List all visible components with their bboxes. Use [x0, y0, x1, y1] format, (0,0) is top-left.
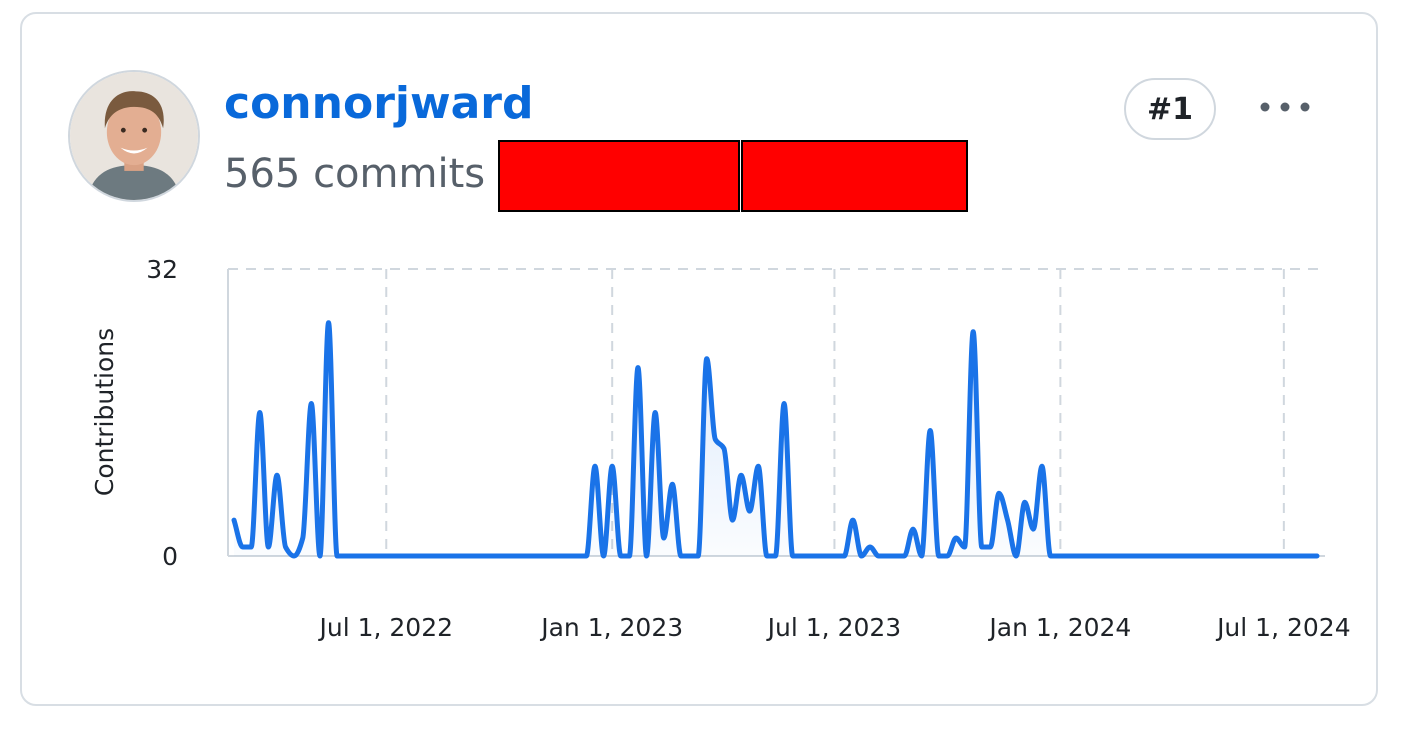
x-tick-label: Jan 1, 2024 [987, 613, 1131, 642]
contributions-chart: 0 32 Jul 1, 2022 Jan 1, 2023 Jul 1, 2023 Jan… [90, 255, 1351, 642]
contributions-line [231, 320, 1320, 559]
x-tick-label: Jan 1, 2023 [539, 613, 683, 642]
y-tick-label: 32 [146, 255, 178, 284]
x-tick-label: Jul 1, 2024 [1215, 613, 1351, 642]
y-axis-label: Contributions [90, 328, 119, 496]
contributions-area [234, 322, 1317, 556]
x-tick-label: Jul 1, 2023 [766, 613, 902, 642]
x-tick-label: Jul 1, 2022 [317, 613, 453, 642]
y-tick-label: 0 [162, 542, 178, 571]
